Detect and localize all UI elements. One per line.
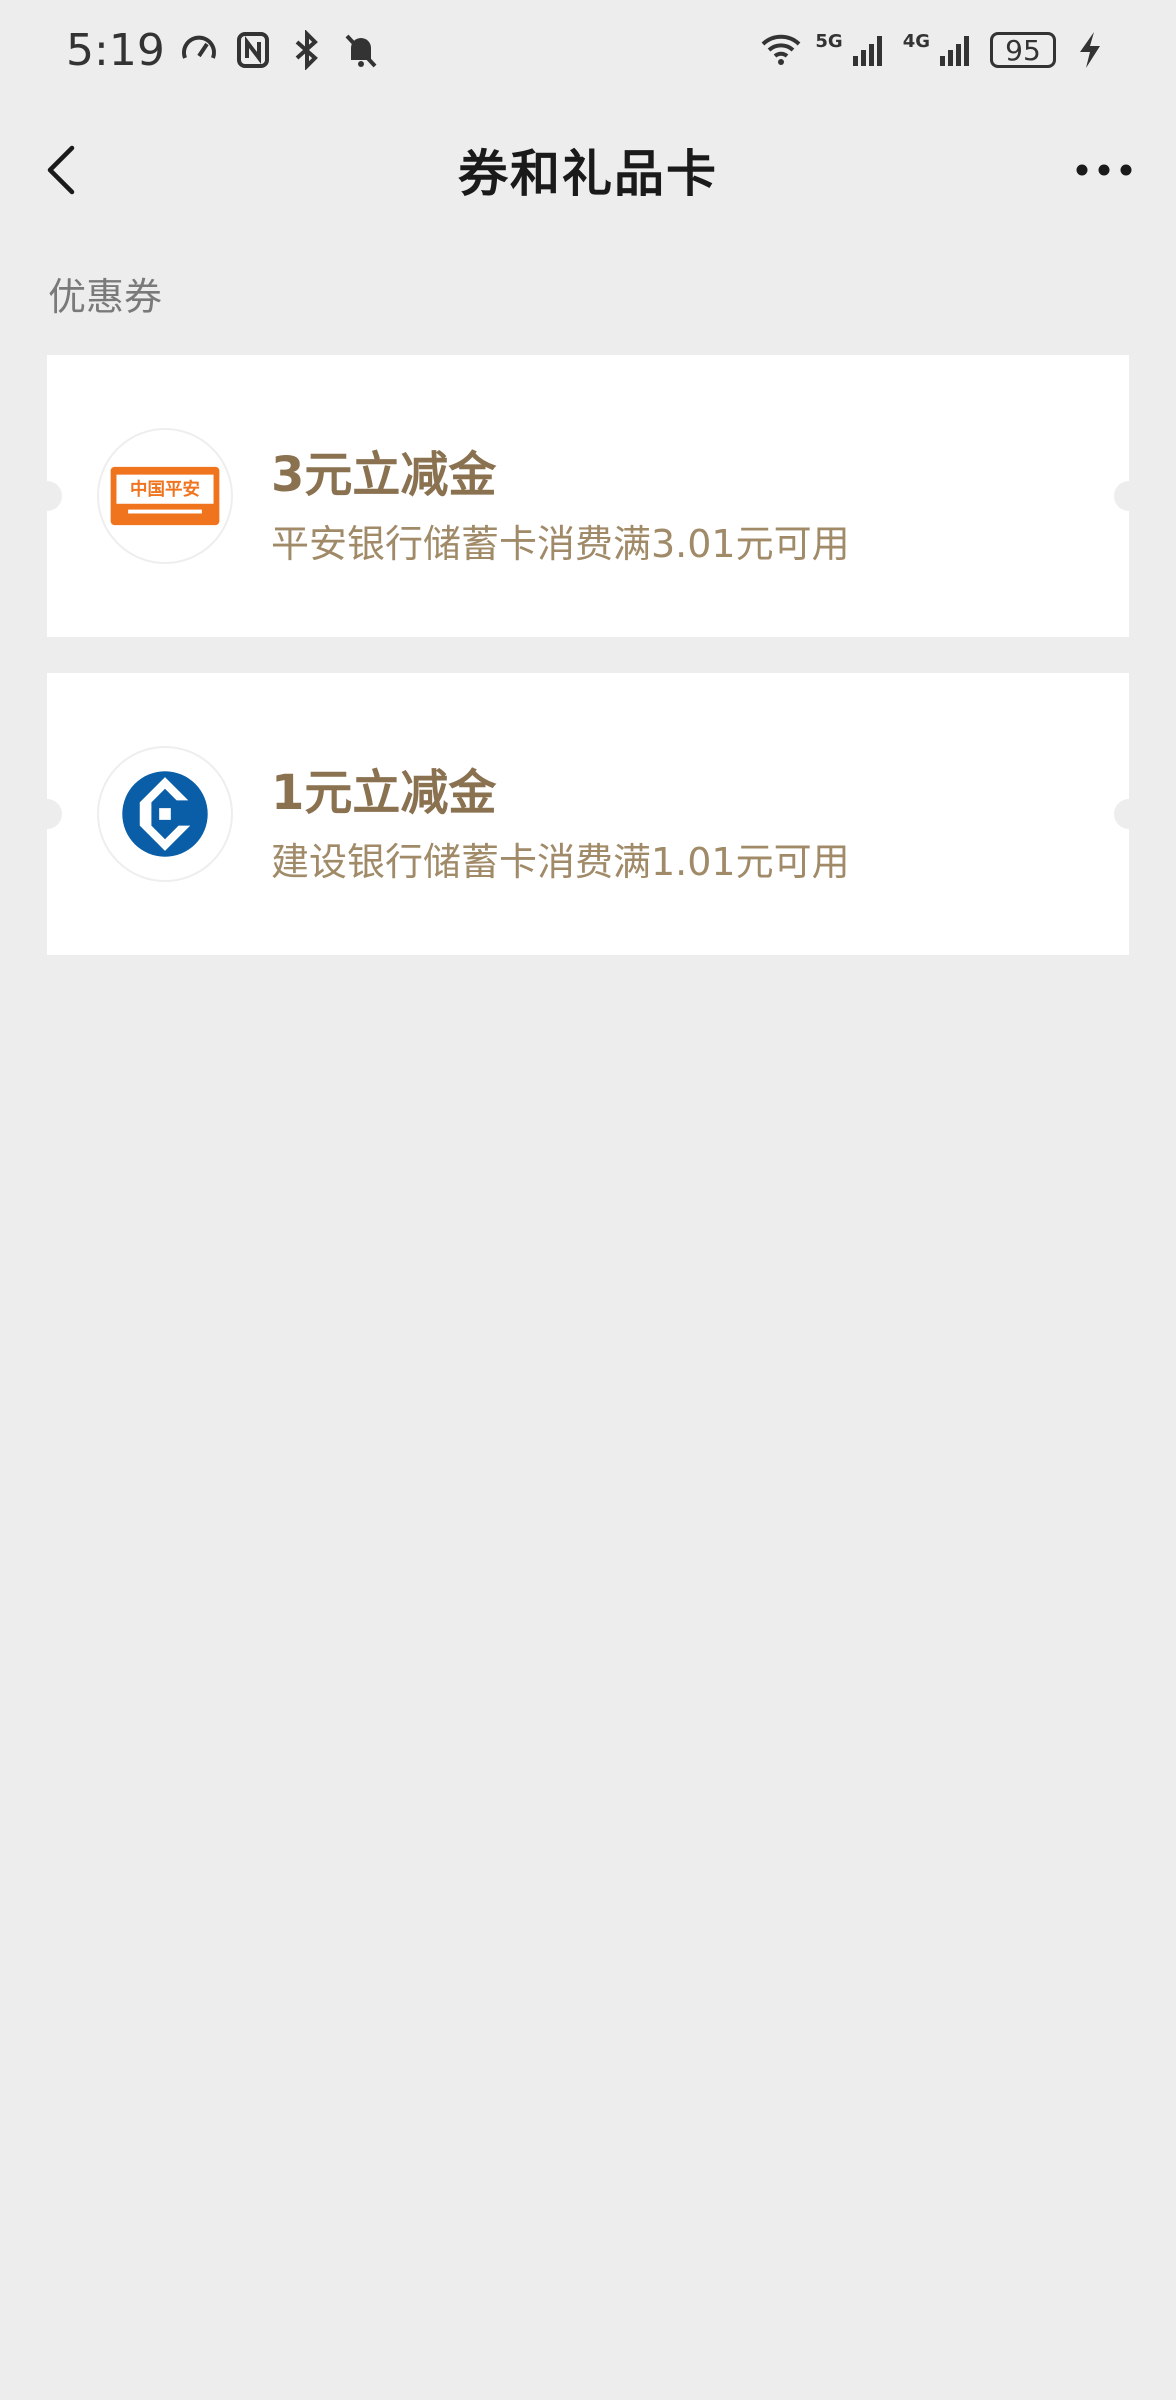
speedometer-icon: [179, 30, 219, 70]
battery-indicator: 95: [990, 32, 1056, 68]
ccb-logo: [97, 746, 233, 882]
charging-icon: [1070, 30, 1110, 70]
network-4g-label: 4G: [902, 30, 930, 52]
coupon-description: 平安银行储蓄卡消费满3.01元可用: [271, 522, 850, 566]
nav-bar: 券和礼品卡: [0, 110, 1176, 230]
ticket-notch: [32, 799, 62, 829]
clock: 5:19: [66, 24, 165, 76]
coupon-title: 3元立减金: [271, 447, 497, 503]
logo-text: 中国平安: [130, 479, 200, 500]
network-5g-label: 5G: [815, 30, 843, 52]
mute-bell-icon: [341, 30, 381, 70]
coupon-card[interactable]: 1元立减金 建设银行储蓄卡消费满1.01元可用: [32, 673, 1144, 955]
status-left: 5:19: [66, 25, 381, 76]
signal-icon: [849, 30, 889, 70]
status-bar: 5:19 5G 4G 95: [0, 0, 1176, 100]
back-button[interactable]: [36, 138, 100, 202]
section-label-coupons: 优惠券: [48, 275, 163, 319]
coupon-card[interactable]: 中国平安 3元立减金 平安银行储蓄卡消费满3.01元可用: [32, 355, 1144, 637]
more-button[interactable]: [1072, 138, 1136, 202]
coupon-title: 1元立减金: [271, 765, 497, 821]
page-title: 券和礼品卡: [458, 145, 718, 203]
wifi-icon: [761, 30, 801, 70]
chevron-left-icon: [47, 145, 75, 195]
nfc-icon: [233, 30, 273, 70]
more-dots-icon: [1076, 164, 1132, 176]
ticket-notch: [1114, 481, 1144, 511]
status-right: 5G 4G 95: [761, 30, 1110, 70]
bluetooth-icon: [287, 30, 327, 70]
signal-icon: [936, 30, 976, 70]
ticket-notch: [1114, 799, 1144, 829]
coupon-description: 建设银行储蓄卡消费满1.01元可用: [271, 840, 850, 884]
ticket-notch: [32, 481, 62, 511]
ping-an-bank-logo: 中国平安: [97, 428, 233, 564]
